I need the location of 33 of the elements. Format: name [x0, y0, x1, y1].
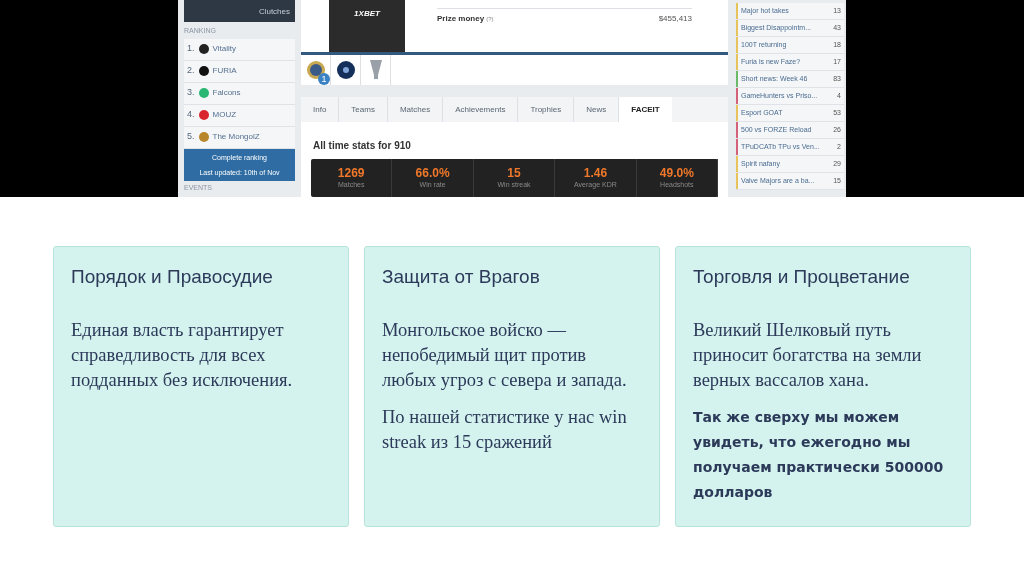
card-title: Торговля и Процветание	[693, 265, 911, 289]
tab[interactable]: Teams	[339, 97, 388, 122]
card-text: Великий Шелковый путь приносит богатства на земли верных вассалов хана.	[693, 318, 923, 392]
ranking-item[interactable]: 4. MOUZ	[184, 104, 295, 127]
card-text: По нашей статистике у нас win streak из 15 сражений	[382, 405, 628, 454]
trophy-icon	[369, 59, 382, 81]
stats-title: All time stats for 910	[313, 139, 412, 153]
card-text: Так же сверху мы можем увидеть, что ежегодно мы получаем практически 500000 долларов	[693, 407, 945, 502]
prize-value: $455,413	[658, 12, 692, 25]
stat-value: 66.0%	[415, 165, 450, 180]
stat-value: 49.0%	[659, 165, 694, 180]
tab[interactable]: Matches	[387, 97, 444, 122]
stat-label: Clutches	[258, 6, 290, 18]
card-title: Порядок и Правосудие	[71, 265, 274, 289]
tab[interactable]: Info	[301, 97, 340, 122]
stat-value: 1269	[337, 165, 365, 180]
card-text: Единая власть гарантирует справедливость для всех подданных без исключения.	[71, 318, 294, 392]
card-title: Защита от Врагов	[382, 265, 541, 289]
prize-label: Prize money	[437, 12, 485, 25]
ranking-item[interactable]: 1. Vitality	[184, 38, 295, 61]
count-badge: 1	[318, 73, 330, 85]
medal-icon	[335, 60, 356, 80]
ranking-item[interactable]: 5. The MongolZ	[184, 126, 295, 149]
stat-value: 15	[507, 165, 521, 180]
tab[interactable]: Trophies	[518, 97, 575, 122]
ranking-item[interactable]: 3. Falcons	[184, 82, 295, 105]
jersey-text: 1XBET	[354, 8, 380, 20]
medal-icon	[305, 60, 326, 80]
stat-value: 1.46	[583, 165, 608, 180]
tab[interactable]: FACEIT	[619, 97, 672, 122]
tab[interactable]: Achievements	[443, 97, 519, 122]
ranking-item[interactable]: 2. FURIA	[184, 60, 295, 83]
card-text: Монгольское войско — непобедимый щит против любых угроз с севера и запада.	[382, 318, 628, 392]
